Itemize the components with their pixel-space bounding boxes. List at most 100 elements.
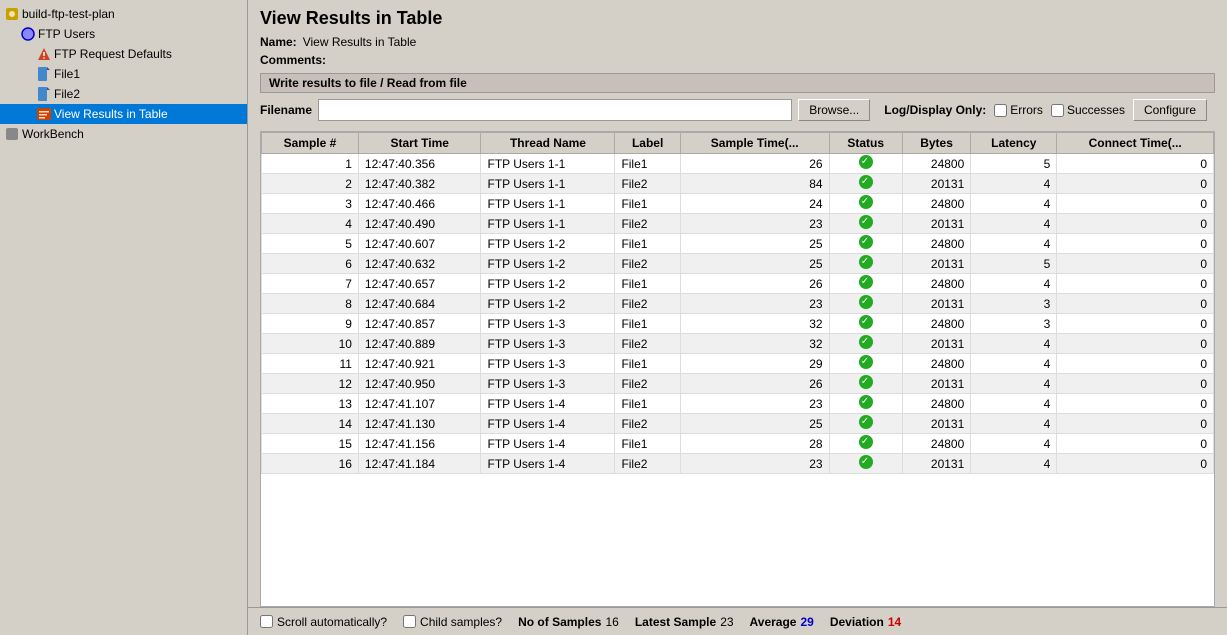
table-cell: 12:47:41.156 bbox=[358, 434, 481, 454]
table-cell: 15 bbox=[262, 434, 359, 454]
table-cell: 0 bbox=[1057, 274, 1214, 294]
table-cell: 5 bbox=[971, 254, 1057, 274]
table-cell: FTP Users 1-1 bbox=[481, 194, 615, 214]
table-cell: 20131 bbox=[902, 254, 970, 274]
table-cell: 23 bbox=[680, 454, 829, 474]
table-cell: 1 bbox=[262, 154, 359, 174]
table-cell: 16 bbox=[262, 454, 359, 474]
scroll-checkbox[interactable] bbox=[260, 615, 273, 628]
table-cell: File1 bbox=[615, 194, 680, 214]
table-cell: 84 bbox=[680, 174, 829, 194]
table-cell: 10 bbox=[262, 334, 359, 354]
status-ok-icon bbox=[859, 295, 873, 309]
table-cell: 4 bbox=[971, 394, 1057, 414]
sidebar-item-workbench[interactable]: WorkBench bbox=[0, 124, 247, 144]
errors-checkbox-label[interactable]: Errors bbox=[994, 103, 1043, 117]
table-cell: 28 bbox=[680, 434, 829, 454]
latest-value: 23 bbox=[720, 615, 733, 629]
table-cell: 0 bbox=[1057, 374, 1214, 394]
defaults-icon bbox=[36, 46, 52, 62]
status-ok-icon bbox=[859, 435, 873, 449]
results-panel: View Results in Table Name: View Results… bbox=[248, 0, 1227, 607]
table-cell: 25 bbox=[680, 234, 829, 254]
table-row: 312:47:40.466FTP Users 1-1File1242480040 bbox=[262, 194, 1214, 214]
table-cell bbox=[829, 314, 902, 334]
log-section: Log/Display Only: Errors Successes Confi… bbox=[876, 97, 1215, 123]
average-value: 29 bbox=[800, 615, 813, 629]
table-row: 412:47:40.490FTP Users 1-1File2232013140 bbox=[262, 214, 1214, 234]
sidebar-item-ftp-users[interactable]: FTP Users bbox=[0, 24, 247, 44]
child-label: Child samples? bbox=[420, 615, 502, 629]
scroll-checkbox-label[interactable]: Scroll automatically? bbox=[260, 615, 387, 629]
table-cell: 8 bbox=[262, 294, 359, 314]
table-cell: File2 bbox=[615, 454, 680, 474]
results-icon bbox=[36, 106, 52, 122]
table-row: 1112:47:40.921FTP Users 1-3File129248004… bbox=[262, 354, 1214, 374]
table-cell: FTP Users 1-4 bbox=[481, 394, 615, 414]
configure-button[interactable]: Configure bbox=[1133, 99, 1207, 121]
table-cell: File1 bbox=[615, 394, 680, 414]
table-cell: 12:47:40.889 bbox=[358, 334, 481, 354]
col-header: Thread Name bbox=[481, 133, 615, 154]
status-ok-icon bbox=[859, 335, 873, 349]
table-cell bbox=[829, 414, 902, 434]
table-cell: 24800 bbox=[902, 394, 970, 414]
sidebar-item-view-results-table[interactable]: View Results in Table bbox=[0, 104, 247, 124]
table-cell: 0 bbox=[1057, 334, 1214, 354]
table-cell: FTP Users 1-1 bbox=[481, 174, 615, 194]
browse-button[interactable]: Browse... bbox=[798, 99, 870, 121]
table-row: 1612:47:41.184FTP Users 1-4File223201314… bbox=[262, 454, 1214, 474]
table-cell: File2 bbox=[615, 174, 680, 194]
table-cell: 20131 bbox=[902, 294, 970, 314]
col-header: Sample Time(... bbox=[680, 133, 829, 154]
status-ok-icon bbox=[859, 355, 873, 369]
table-cell: FTP Users 1-3 bbox=[481, 354, 615, 374]
sidebar-item-file1[interactable]: File1 bbox=[0, 64, 247, 84]
table-cell bbox=[829, 274, 902, 294]
table-cell: 32 bbox=[680, 334, 829, 354]
successes-checkbox[interactable] bbox=[1051, 104, 1064, 117]
filename-input[interactable] bbox=[318, 99, 792, 121]
sidebar-item-ftp-request-defaults[interactable]: FTP Request Defaults bbox=[0, 44, 247, 64]
errors-checkbox[interactable] bbox=[994, 104, 1007, 117]
table-row: 612:47:40.632FTP Users 1-2File2252013150 bbox=[262, 254, 1214, 274]
table-cell: 0 bbox=[1057, 354, 1214, 374]
table-cell: 4 bbox=[971, 354, 1057, 374]
table-row: 812:47:40.684FTP Users 1-2File2232013130 bbox=[262, 294, 1214, 314]
table-cell: 24800 bbox=[902, 274, 970, 294]
child-checkbox-label[interactable]: Child samples? bbox=[403, 615, 502, 629]
table-cell: FTP Users 1-1 bbox=[481, 214, 615, 234]
table-cell: 26 bbox=[680, 274, 829, 294]
sidebar: build-ftp-test-planFTP Users FTP Request … bbox=[0, 0, 248, 635]
table-cell: 20131 bbox=[902, 454, 970, 474]
successes-checkbox-label[interactable]: Successes bbox=[1051, 103, 1125, 117]
table-cell: 4 bbox=[971, 374, 1057, 394]
table-cell: 25 bbox=[680, 414, 829, 434]
table-cell: 14 bbox=[262, 414, 359, 434]
sidebar-item-build-ftp-test-plan[interactable]: build-ftp-test-plan bbox=[0, 4, 247, 24]
sidebar-item-label: FTP Request Defaults bbox=[54, 47, 172, 61]
table-cell: 12 bbox=[262, 374, 359, 394]
status-ok-icon bbox=[859, 275, 873, 289]
results-table-container[interactable]: Sample #Start TimeThread NameLabelSample… bbox=[260, 131, 1215, 607]
table-cell: 12:47:40.382 bbox=[358, 174, 481, 194]
section-header: Write results to file / Read from file bbox=[260, 73, 1215, 93]
sidebar-item-file2[interactable]: File2 bbox=[0, 84, 247, 104]
no-samples-item: No of Samples 16 bbox=[518, 615, 619, 629]
child-checkbox[interactable] bbox=[403, 615, 416, 628]
table-cell: 0 bbox=[1057, 394, 1214, 414]
table-cell: 12:47:40.921 bbox=[358, 354, 481, 374]
table-row: 1312:47:41.107FTP Users 1-4File123248004… bbox=[262, 394, 1214, 414]
table-cell: FTP Users 1-4 bbox=[481, 434, 615, 454]
table-cell: 12:47:40.490 bbox=[358, 214, 481, 234]
plan-icon bbox=[4, 6, 20, 22]
col-header: Label bbox=[615, 133, 680, 154]
table-cell: 0 bbox=[1057, 414, 1214, 434]
table-cell bbox=[829, 334, 902, 354]
table-cell: FTP Users 1-2 bbox=[481, 274, 615, 294]
status-ok-icon bbox=[859, 315, 873, 329]
table-cell: 4 bbox=[971, 234, 1057, 254]
table-cell: 23 bbox=[680, 214, 829, 234]
table-cell: 7 bbox=[262, 274, 359, 294]
status-ok-icon bbox=[859, 215, 873, 229]
